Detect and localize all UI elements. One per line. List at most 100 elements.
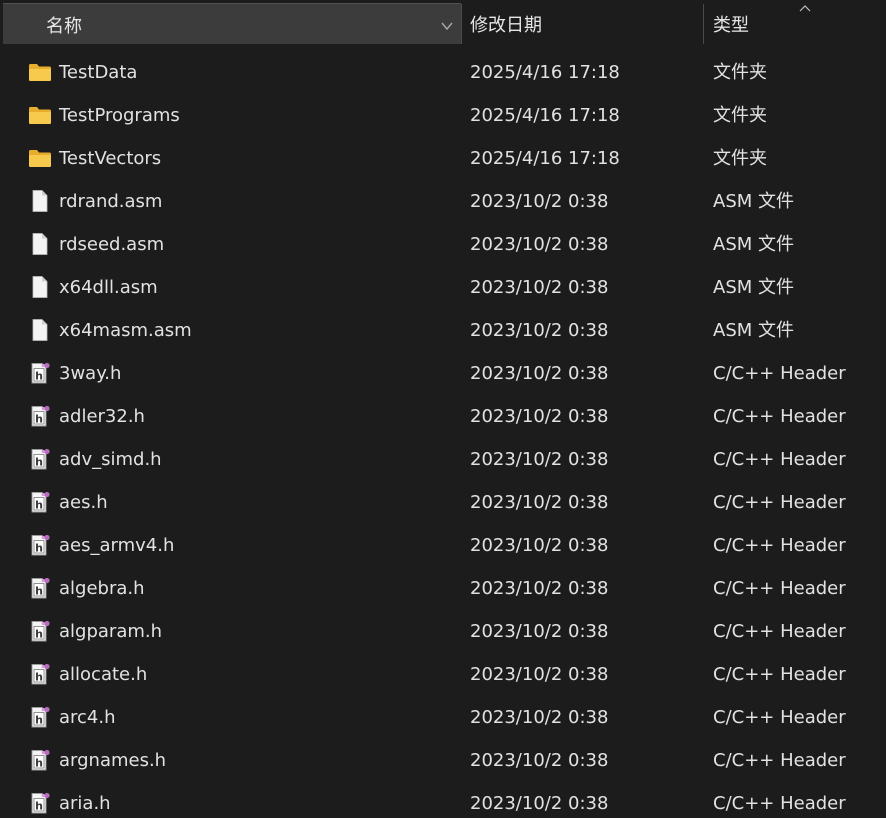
file-name[interactable]: rdseed.asm <box>59 234 164 256</box>
column-header-type[interactable]: 类型 <box>704 3 886 44</box>
file-name[interactable]: x64dll.asm <box>59 277 158 299</box>
file-row[interactable]: TestData 2025/4/16 17:18 文件夹 <box>0 51 886 94</box>
file-date-modified: 2023/10/2 0:38 <box>470 277 609 298</box>
header-file-icon: h <box>28 448 52 470</box>
file-type: C/C++ Header <box>713 578 846 599</box>
file-type: C/C++ Header <box>713 750 846 771</box>
file-name[interactable]: TestPrograms <box>59 105 180 127</box>
file-type: C/C++ Header <box>713 664 846 685</box>
header-file-icon: h <box>28 534 52 556</box>
file-name[interactable]: TestVectors <box>59 148 161 170</box>
file-date-modified: 2023/10/2 0:38 <box>470 793 609 814</box>
file-row[interactable]: TestVectors 2025/4/16 17:18 文件夹 <box>0 137 886 180</box>
file-row[interactable]: x64masm.asm 2023/10/2 0:38 ASM 文件 <box>0 309 886 352</box>
column-header-type-label: 类型 <box>713 15 749 36</box>
svg-text:h: h <box>35 413 43 426</box>
file-row[interactable]: h allocate.h 2023/10/2 0:38 C/C++ Header <box>0 653 886 696</box>
file-name[interactable]: argnames.h <box>59 750 166 772</box>
column-header-bar: 名称 修改日期 类型 <box>0 0 886 46</box>
file-row[interactable]: h adv_simd.h 2023/10/2 0:38 C/C++ Header <box>0 438 886 481</box>
header-file-icon: h <box>28 405 52 427</box>
file-row[interactable]: h algebra.h 2023/10/2 0:38 C/C++ Header <box>0 567 886 610</box>
file-row[interactable]: h argnames.h 2023/10/2 0:38 C/C++ Header <box>0 739 886 782</box>
header-file-icon: h <box>28 663 52 685</box>
file-type: 文件夹 <box>713 148 767 169</box>
file-type: C/C++ Header <box>713 406 846 427</box>
file-name[interactable]: algparam.h <box>59 621 162 643</box>
file-date-modified: 2023/10/2 0:38 <box>470 191 609 212</box>
file-type: 文件夹 <box>713 105 767 126</box>
file-name[interactable]: algebra.h <box>59 578 145 600</box>
file-row[interactable]: h adler32.h 2023/10/2 0:38 C/C++ Header <box>0 395 886 438</box>
svg-text:h: h <box>35 456 43 469</box>
svg-text:h: h <box>35 542 43 555</box>
file-type: C/C++ Header <box>713 449 846 470</box>
file-row[interactable]: TestPrograms 2025/4/16 17:18 文件夹 <box>0 94 886 137</box>
file-list: TestData 2025/4/16 17:18 文件夹 TestPrograms 20… <box>0 51 886 818</box>
file-date-modified: 2023/10/2 0:38 <box>470 449 609 470</box>
file-icon <box>28 233 52 255</box>
file-type: ASM 文件 <box>713 191 794 212</box>
file-type: C/C++ Header <box>713 492 846 513</box>
file-name[interactable]: arc4.h <box>59 707 116 729</box>
folder-icon <box>28 147 52 169</box>
file-row[interactable]: rdrand.asm 2023/10/2 0:38 ASM 文件 <box>0 180 886 223</box>
file-icon <box>28 276 52 298</box>
column-header-date[interactable]: 修改日期 <box>462 3 703 44</box>
file-name[interactable]: aes_armv4.h <box>59 535 174 557</box>
svg-text:h: h <box>35 757 43 770</box>
file-row[interactable]: h aria.h 2023/10/2 0:38 C/C++ Header <box>0 782 886 818</box>
file-date-modified: 2023/10/2 0:38 <box>470 578 609 599</box>
file-name[interactable]: rdrand.asm <box>59 191 162 213</box>
file-row[interactable]: rdseed.asm 2023/10/2 0:38 ASM 文件 <box>0 223 886 266</box>
file-row[interactable]: h arc4.h 2023/10/2 0:38 C/C++ Header <box>0 696 886 739</box>
column-header-name[interactable]: 名称 <box>3 3 461 44</box>
file-name[interactable]: 3way.h <box>59 363 121 385</box>
chevron-down-icon[interactable] <box>440 21 454 31</box>
header-file-icon: h <box>28 620 52 642</box>
file-type: C/C++ Header <box>713 363 846 384</box>
file-date-modified: 2025/4/16 17:18 <box>470 62 620 83</box>
svg-text:h: h <box>35 585 43 598</box>
header-file-icon: h <box>28 792 52 814</box>
file-row[interactable]: h algparam.h 2023/10/2 0:38 C/C++ Header <box>0 610 886 653</box>
svg-text:h: h <box>35 499 43 512</box>
svg-text:h: h <box>35 800 43 813</box>
file-date-modified: 2023/10/2 0:38 <box>470 363 609 384</box>
file-date-modified: 2023/10/2 0:38 <box>470 406 609 427</box>
file-type: C/C++ Header <box>713 707 846 728</box>
file-type: ASM 文件 <box>713 320 794 341</box>
file-date-modified: 2023/10/2 0:38 <box>470 492 609 513</box>
file-date-modified: 2025/4/16 17:18 <box>470 105 620 126</box>
file-row[interactable]: h aes_armv4.h 2023/10/2 0:38 C/C++ Header <box>0 524 886 567</box>
header-file-icon: h <box>28 577 52 599</box>
file-row[interactable]: h aes.h 2023/10/2 0:38 C/C++ Header <box>0 481 886 524</box>
file-date-modified: 2023/10/2 0:38 <box>470 707 609 728</box>
header-file-icon: h <box>28 749 52 771</box>
file-type: ASM 文件 <box>713 234 794 255</box>
file-row[interactable]: h 3way.h 2023/10/2 0:38 C/C++ Header <box>0 352 886 395</box>
column-header-date-label: 修改日期 <box>470 15 542 36</box>
file-type: ASM 文件 <box>713 277 794 298</box>
file-name[interactable]: aria.h <box>59 793 111 815</box>
file-icon <box>28 319 52 341</box>
file-name[interactable]: aes.h <box>59 492 108 514</box>
file-name[interactable]: adler32.h <box>59 406 145 428</box>
file-type: C/C++ Header <box>713 535 846 556</box>
file-type: C/C++ Header <box>713 793 846 814</box>
file-name[interactable]: TestData <box>59 62 137 84</box>
file-type: C/C++ Header <box>713 621 846 642</box>
file-date-modified: 2023/10/2 0:38 <box>470 535 609 556</box>
file-name[interactable]: allocate.h <box>59 664 147 686</box>
file-icon <box>28 190 52 212</box>
file-name[interactable]: adv_simd.h <box>59 449 162 471</box>
file-date-modified: 2025/4/16 17:18 <box>470 148 620 169</box>
file-name[interactable]: x64masm.asm <box>59 320 192 342</box>
file-date-modified: 2023/10/2 0:38 <box>470 621 609 642</box>
sort-ascending-icon <box>799 5 811 12</box>
file-type: 文件夹 <box>713 62 767 83</box>
svg-text:h: h <box>35 714 43 727</box>
file-row[interactable]: x64dll.asm 2023/10/2 0:38 ASM 文件 <box>0 266 886 309</box>
file-date-modified: 2023/10/2 0:38 <box>470 234 609 255</box>
file-date-modified: 2023/10/2 0:38 <box>470 750 609 771</box>
